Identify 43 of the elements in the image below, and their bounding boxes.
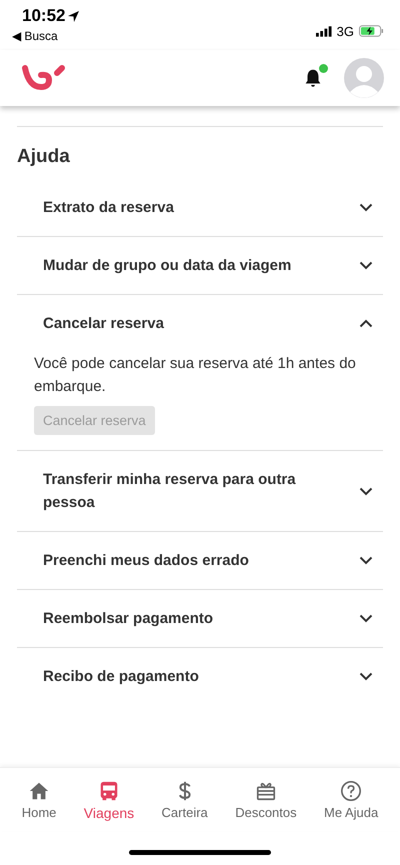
accordion-title: Extrato da reserva [43,198,174,218]
tab-item[interactable]: Me Ajuda [324,780,378,831]
tab-item[interactable]: Carteira [162,780,208,831]
tab-item[interactable]: Home [22,780,56,831]
accordion-title: Reembolsar pagamento [43,609,214,629]
chevron-down-icon [359,261,373,270]
accordion-title: Mudar de grupo ou data da viagem [43,256,292,276]
chevron-down-icon [359,203,373,212]
tab-label: Viagens [84,805,134,821]
tab-label: Carteira [162,805,208,820]
help-icon [340,780,362,802]
tab-item[interactable]: Viagens [84,780,134,831]
chevron-down-icon [359,556,373,565]
accordion-title: Recibo de pagamento [43,667,199,687]
accordion-header[interactable]: Recibo de pagamento [17,648,383,705]
section-title: Ajuda [17,146,71,168]
tab-item[interactable]: Descontos [235,780,297,831]
chevron-down-icon [359,614,373,623]
accordion-header[interactable]: Mudar de grupo ou data da viagem [17,237,383,294]
back-link[interactable]: ◀ Busca [12,29,80,43]
accordion-header[interactable]: Cancelar reserva [17,295,383,352]
accordion-header[interactable]: Reembolsar pagamento [17,590,383,647]
accordion-header[interactable]: Extrato da reserva [17,179,383,236]
logo-icon [20,63,66,93]
gift-icon [254,780,277,802]
home-icon [28,780,50,802]
battery-icon [359,25,384,37]
chevron-down-icon [359,486,373,496]
accordion-title: Cancelar reserva [43,314,164,334]
tab-label: Home [22,805,56,820]
accordion-header[interactable]: Preenchi meus dados errado [17,532,383,589]
signal-icon [316,26,332,36]
chevron-down-icon [359,672,373,681]
tab-label: Descontos [235,805,297,820]
answer-text: Você pode cancelar sua reserva até 1h antes do embarque. [34,354,357,397]
location-arrow-icon [68,10,80,22]
clock-time: 10:52 [22,6,66,26]
tab-label: Me Ajuda [324,805,378,820]
chevron-up-icon [359,319,373,328]
accordion-header[interactable]: Transferir minha reserva para outra pessoa [17,451,383,531]
accordion-title: Transferir minha reserva para outra pessoa [43,470,297,513]
network-label: 3G [336,24,354,38]
accordion-title: Preenchi meus dados errado [43,551,249,571]
